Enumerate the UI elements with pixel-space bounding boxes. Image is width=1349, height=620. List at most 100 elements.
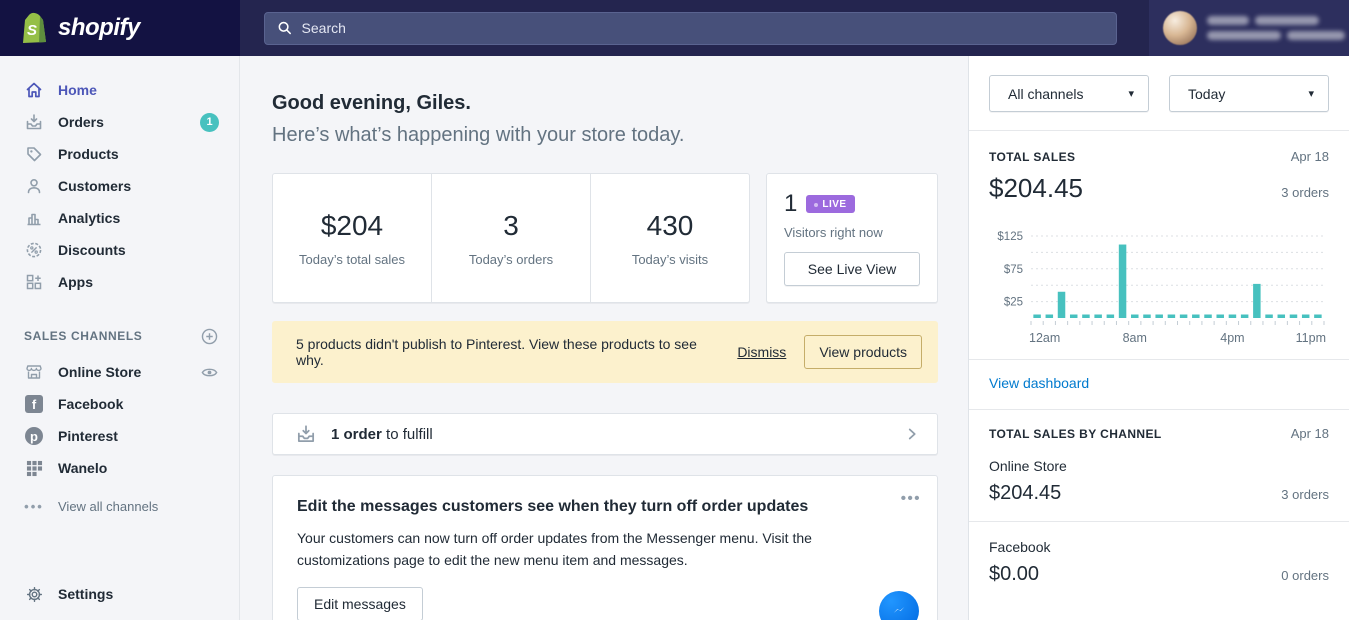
channel-filter-value: All channels [1008, 86, 1084, 102]
visitors-count: 1 [784, 190, 797, 218]
svg-text:4pm: 4pm [1220, 331, 1244, 345]
sidebar-item-label: Orders [58, 114, 104, 130]
orders-count-badge: 1 [200, 113, 219, 132]
messenger-card-body: Your customers can now turn off order up… [297, 528, 857, 571]
visitors-label: Visitors right now [784, 225, 920, 240]
analytics-icon [24, 208, 44, 228]
discounts-icon [24, 240, 44, 260]
sidebar: Home Orders 1 Products Customers Analyti… [0, 56, 240, 620]
search-bar[interactable] [264, 12, 1117, 45]
svg-text:$75: $75 [1004, 264, 1023, 276]
sidebar-item-label: Discounts [58, 242, 126, 258]
view-all-channels[interactable]: ••• View all channels [0, 490, 239, 522]
stat-value: 3 [503, 210, 519, 242]
sales-channels-title: SALES CHANNELS [24, 329, 142, 343]
sidebar-item-label: Facebook [58, 396, 123, 412]
sidebar-item-home[interactable]: Home [0, 74, 239, 106]
overview-panel: All channels ▾ Today ▾ TOTAL SALES Apr 1… [968, 56, 1349, 620]
channel-filter-select[interactable]: All channels ▾ [989, 75, 1149, 112]
date-range-select[interactable]: Today ▾ [1169, 75, 1329, 112]
page-subtitle: Here’s what’s happening with your store … [272, 124, 938, 147]
stat-total-sales: $204 Today’s total sales [273, 174, 431, 302]
svg-text:11pm: 11pm [1296, 331, 1326, 345]
search-area [240, 0, 1149, 56]
sidebar-item-settings[interactable]: Settings [0, 578, 239, 610]
see-live-view-button[interactable]: See Live View [784, 252, 920, 286]
sidebar-item-label: Customers [58, 178, 131, 194]
stat-label: Today’s total sales [299, 252, 405, 267]
facebook-icon: f [24, 394, 44, 414]
sidebar-item-orders[interactable]: Orders 1 [0, 106, 239, 138]
date-range-value: Today [1188, 86, 1225, 102]
avatar [1163, 11, 1197, 45]
customers-icon [24, 176, 44, 196]
sidebar-item-products[interactable]: Products [0, 138, 239, 170]
sidebar-item-discounts[interactable]: Discounts [0, 234, 239, 266]
dismiss-link[interactable]: Dismiss [737, 344, 786, 360]
plus-circle-icon [200, 327, 219, 346]
sidebar-item-wanelo[interactable]: Wanelo [0, 452, 239, 484]
shopify-bag-icon: S [20, 12, 49, 45]
wanelo-grid-icon [24, 458, 44, 478]
stat-value: 430 [647, 210, 694, 242]
sidebar-item-label: Settings [58, 586, 113, 602]
sidebar-item-label: Apps [58, 274, 93, 290]
sidebar-item-label: Analytics [58, 210, 120, 226]
view-dashboard-link[interactable]: View dashboard [989, 375, 1089, 391]
add-channel-button[interactable] [199, 326, 219, 346]
sidebar-item-label: Home [58, 82, 97, 98]
shopify-logo[interactable]: S shopify [0, 0, 240, 56]
main-content: Good evening, Giles. Here’s what’s happe… [241, 56, 968, 620]
sidebar-item-pinterest[interactable]: p Pinterest [0, 420, 239, 452]
live-dot-icon [814, 203, 818, 207]
view-products-button[interactable]: View products [804, 335, 922, 369]
channel-orders: 0 orders [1281, 568, 1329, 583]
by-channel-date: Apr 18 [1291, 426, 1329, 441]
user-menu[interactable] [1149, 0, 1349, 56]
preview-store-button[interactable] [199, 362, 219, 382]
channel-row-facebook: Facebook $0.00 0 orders [989, 539, 1329, 602]
pinterest-icon: p [24, 426, 44, 446]
sidebar-item-label: Wanelo [58, 460, 107, 476]
total-sales-orders: 3 orders [1281, 185, 1329, 200]
sidebar-item-apps[interactable]: Apps [0, 266, 239, 298]
channel-amount: $204.45 [989, 482, 1061, 505]
orders-icon [295, 423, 317, 445]
stat-value: $204 [321, 210, 383, 242]
eye-icon [200, 363, 219, 382]
search-input[interactable] [302, 20, 1104, 36]
sales-chart: $25$75$12512am8am4pm11pm [989, 214, 1330, 354]
sidebar-item-customers[interactable]: Customers [0, 170, 239, 202]
search-icon [277, 20, 293, 36]
edit-messages-button[interactable]: Edit messages [297, 587, 423, 620]
pinterest-warning-banner: 5 products didn't publish to Pinterest. … [272, 321, 938, 383]
apps-icon [24, 272, 44, 292]
ellipsis-icon: ••• [24, 496, 44, 516]
chevron-down-icon: ▾ [1308, 87, 1314, 100]
filter-row: All channels ▾ Today ▾ [969, 56, 1349, 130]
channel-orders: 3 orders [1281, 487, 1329, 502]
messenger-card-title: Edit the messages customers see when the… [297, 498, 913, 516]
products-tag-icon [24, 144, 44, 164]
svg-text:$25: $25 [1004, 297, 1023, 309]
svg-text:$125: $125 [997, 231, 1023, 243]
chevron-right-icon [903, 425, 921, 443]
brand-wordmark: shopify [58, 14, 140, 42]
order-to-fulfill-row[interactable]: 1 order to fulfill [272, 413, 938, 455]
total-sales-title: TOTAL SALES [989, 150, 1075, 164]
card-menu-button[interactable]: ••• [901, 490, 921, 507]
sidebar-item-analytics[interactable]: Analytics [0, 202, 239, 234]
svg-text:8am: 8am [1123, 331, 1147, 345]
sales-channels-header: SALES CHANNELS [0, 326, 239, 346]
messenger-update-card: Edit the messages customers see when the… [272, 475, 938, 620]
orders-icon [24, 112, 44, 132]
sidebar-item-online-store[interactable]: Online Store [0, 356, 239, 388]
topbar: S shopify [0, 0, 1349, 56]
banner-message: 5 products didn't publish to Pinterest. … [296, 336, 719, 368]
today-stats-card: $204 Today’s total sales 3 Today’s order… [272, 173, 750, 303]
total-sales-date: Apr 18 [1291, 149, 1329, 164]
sidebar-item-facebook[interactable]: f Facebook [0, 388, 239, 420]
sidebar-item-label: Products [58, 146, 119, 162]
stat-label: Today’s visits [632, 252, 708, 267]
home-icon [24, 80, 44, 100]
